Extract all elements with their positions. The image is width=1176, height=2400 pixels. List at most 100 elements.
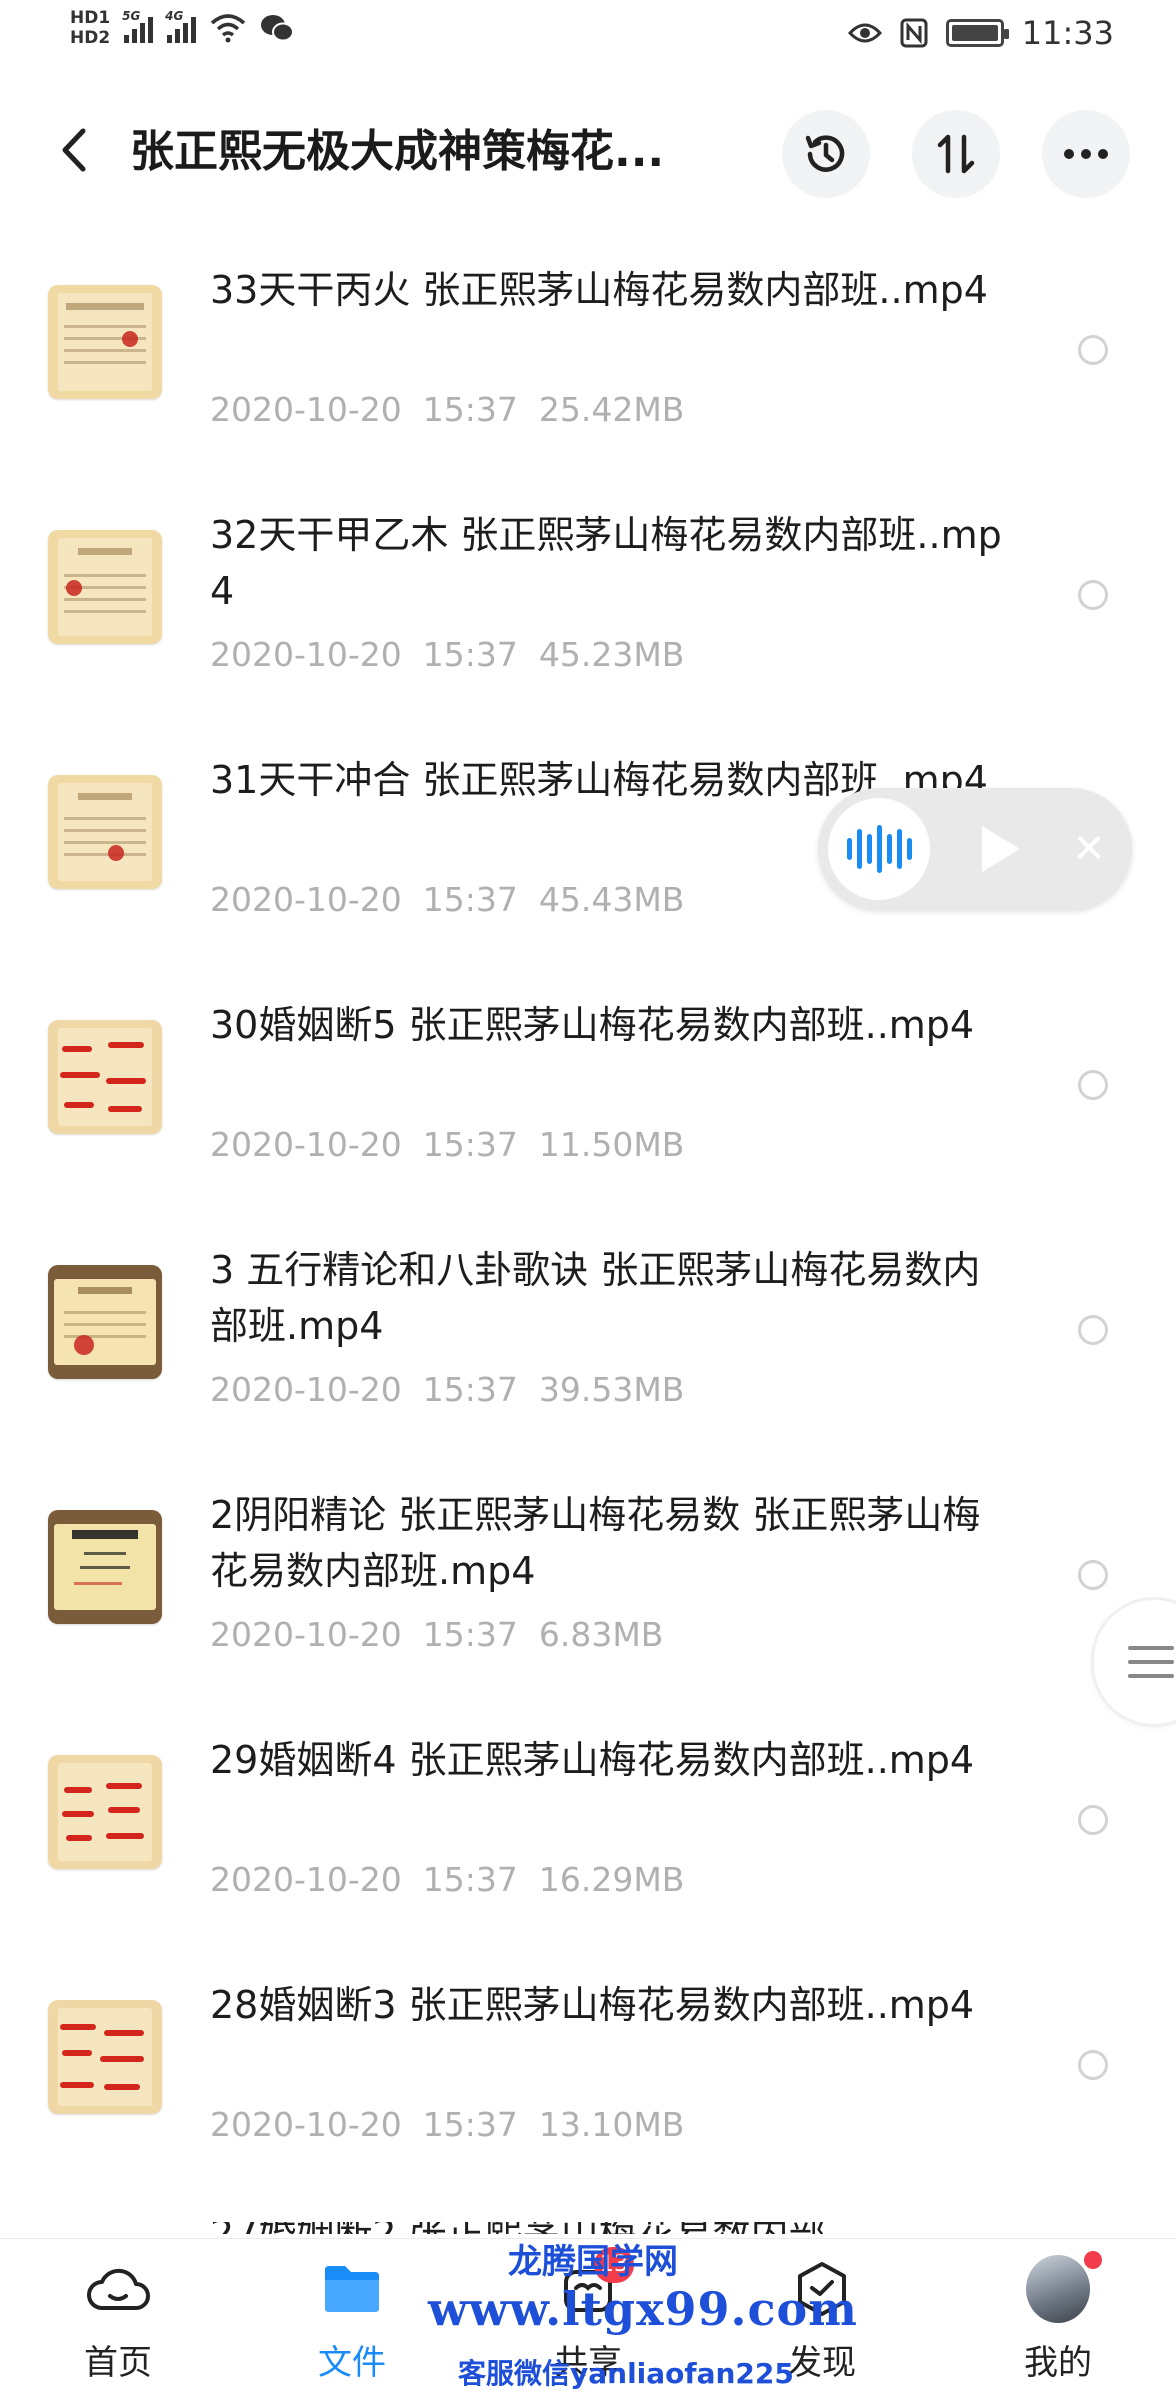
file-size: 45.23MB <box>538 635 685 674</box>
select-checkbox[interactable] <box>1078 335 1108 365</box>
hd1-label: HD1 <box>70 8 111 28</box>
status-left: HD1 HD2 5G 4G <box>70 8 295 48</box>
file-time: 15:37 <box>422 635 518 674</box>
file-name: 33天干丙火 张正熙茅山梅花易数内部班..mp4 <box>210 268 988 312</box>
more-icon <box>1064 149 1108 159</box>
file-size: 11.50MB <box>538 1125 685 1164</box>
select-checkbox[interactable] <box>1078 1560 1108 1590</box>
select-checkbox[interactable] <box>1078 2050 1108 2080</box>
file-date: 2020-10-20 <box>210 635 402 674</box>
history-button[interactable] <box>782 110 870 198</box>
signal-5g-icon: 5G <box>122 9 154 43</box>
file-name: 28婚姻断3 张正熙茅山梅花易数内部班..mp4 <box>210 1983 975 2027</box>
file-row[interactable]: 32天干甲乙木 张正熙茅山梅花易数内部班..mp4 2020-10-20 15:… <box>0 485 1176 730</box>
status-time: 11:33 <box>1021 14 1114 52</box>
partial-file-row: 27婚姻断2 张正熙茅山梅花易数内部 <box>210 2222 827 2234</box>
video-thumbnail <box>48 285 162 399</box>
network-5g-label: 5G <box>122 9 141 23</box>
select-checkbox[interactable] <box>1078 1070 1108 1100</box>
file-size: 45.43MB <box>538 880 685 919</box>
video-thumbnail <box>48 530 162 644</box>
file-time: 15:37 <box>422 880 518 919</box>
page-title: 张正熙无极大成神策梅花... <box>130 126 665 177</box>
file-meta: 2020-10-20 15:37 6.83MB <box>210 1615 663 1654</box>
tab-files[interactable]: 文件 <box>272 2257 432 2397</box>
status-right: 11:33 <box>847 14 1114 52</box>
file-name: 32天干甲乙木 张正熙茅山梅花易数内部班..mp4 <box>210 513 1002 613</box>
file-time: 15:37 <box>422 1125 518 1164</box>
video-thumbnail <box>48 1510 162 1624</box>
video-thumbnail <box>48 775 162 889</box>
file-date: 2020-10-20 <box>210 1125 402 1164</box>
chevron-left-icon <box>62 128 86 172</box>
file-name: 2阴阳精论 张正熙茅山梅花易数 张正熙茅山梅花易数内部班.mp4 <box>210 1493 981 1593</box>
file-time: 15:37 <box>422 1860 518 1899</box>
file-row[interactable]: 28婚姻断3 张正熙茅山梅花易数内部班..mp4 2020-10-20 15:3… <box>0 1955 1176 2200</box>
tab-me[interactable]: 我的 <box>978 2251 1138 2397</box>
file-meta: 2020-10-20 15:37 13.10MB <box>210 2105 684 2144</box>
file-name: 30婚姻断5 张正熙茅山梅花易数内部班..mp4 <box>210 1003 975 1047</box>
file-time: 15:37 <box>422 390 518 429</box>
select-checkbox[interactable] <box>1078 1805 1108 1835</box>
history-icon <box>805 135 845 172</box>
network-4g-label: 4G <box>165 9 184 23</box>
file-meta: 2020-10-20 15:37 25.42MB <box>210 390 684 429</box>
file-row[interactable]: 33天干丙火 张正熙茅山梅花易数内部班..mp4 2020-10-20 15:3… <box>0 240 1176 485</box>
top-bar: 张正熙无极大成神策梅花... <box>0 100 1176 210</box>
notification-dot <box>1084 2251 1102 2269</box>
partial-file-name: 27婚姻断2 张正熙茅山梅花易数内部 <box>210 2222 827 2234</box>
file-date: 2020-10-20 <box>210 390 402 429</box>
close-icon[interactable]: ✕ <box>1064 824 1114 874</box>
file-size: 16.29MB <box>538 1860 685 1899</box>
file-meta: 2020-10-20 15:37 45.43MB <box>210 880 684 919</box>
file-name: 29婚姻断4 张正熙茅山梅花易数内部班..mp4 <box>210 1738 975 1782</box>
file-row[interactable]: 2阴阳精论 张正熙茅山梅花易数 张正熙茅山梅花易数内部班.mp4 2020-10… <box>0 1465 1176 1710</box>
select-checkbox[interactable] <box>1078 1315 1108 1345</box>
hd2-label: HD2 <box>70 28 111 48</box>
play-icon[interactable] <box>982 826 1020 872</box>
wechat-icon <box>261 15 295 42</box>
file-time: 15:37 <box>422 2105 518 2144</box>
file-date: 2020-10-20 <box>210 1370 402 1409</box>
video-thumbnail <box>48 2000 162 2114</box>
tab-label: 首页 <box>84 2343 152 2383</box>
file-date: 2020-10-20 <box>210 1860 402 1899</box>
floating-audio-player[interactable]: ✕ <box>818 788 1132 910</box>
select-checkbox[interactable] <box>1078 580 1108 610</box>
video-thumbnail <box>48 1755 162 1869</box>
eye-icon <box>847 23 882 43</box>
file-time: 15:37 <box>422 1370 518 1409</box>
audio-wave-icon[interactable] <box>828 798 930 900</box>
file-list: 33天干丙火 张正熙茅山梅花易数内部班..mp4 2020-10-20 15:3… <box>0 240 1176 2200</box>
video-thumbnail <box>48 1020 162 1134</box>
file-row[interactable]: 3 五行精论和八卦歌诀 张正熙茅山梅花易数内部班.mp4 2020-10-20 … <box>0 1220 1176 1465</box>
tab-home[interactable]: 首页 <box>38 2257 198 2397</box>
file-meta: 2020-10-20 15:37 16.29MB <box>210 1860 684 1899</box>
video-thumbnail <box>48 1265 162 1379</box>
back-button[interactable] <box>44 120 104 180</box>
watermark-url: www.ltgx99.com <box>428 2282 858 2336</box>
file-row[interactable]: 29婚姻断4 张正熙茅山梅花易数内部班..mp4 2020-10-20 15:3… <box>0 1710 1176 1955</box>
cloud-icon <box>86 2257 150 2321</box>
file-row[interactable]: 30婚姻断5 张正熙茅山梅花易数内部班..mp4 2020-10-20 15:3… <box>0 975 1176 1220</box>
more-button[interactable] <box>1042 110 1130 198</box>
file-meta: 2020-10-20 15:37 39.53MB <box>210 1370 684 1409</box>
hd-indicator: HD1 HD2 <box>70 8 110 48</box>
file-size: 13.10MB <box>538 2105 685 2144</box>
file-name: 3 五行精论和八卦歌诀 张正熙茅山梅花易数内部班.mp4 <box>210 1248 981 1348</box>
folder-icon <box>320 2257 384 2321</box>
sort-button[interactable] <box>912 110 1000 198</box>
nfc-icon <box>900 18 928 48</box>
file-size: 25.42MB <box>538 390 685 429</box>
status-bar: HD1 HD2 5G 4G 11:33 <box>0 0 1176 72</box>
avatar <box>1026 2255 1090 2323</box>
watermark-site-name: 龙腾国学网 <box>508 2242 678 2282</box>
wifi-icon <box>211 14 246 43</box>
file-list-screen: HD1 HD2 5G 4G 11:33 张正熙无极大成神策梅花... 33天干丙… <box>0 0 1176 2400</box>
watermark-contact: 客服微信yanliaofan225 <box>458 2357 794 2390</box>
tab-label: 我的 <box>1024 2343 1092 2383</box>
signal-4g-icon: 4G <box>165 9 197 43</box>
file-meta: 2020-10-20 15:37 11.50MB <box>210 1125 684 1164</box>
file-meta: 2020-10-20 15:37 45.23MB <box>210 635 684 674</box>
avatar-icon <box>1026 2251 1102 2323</box>
